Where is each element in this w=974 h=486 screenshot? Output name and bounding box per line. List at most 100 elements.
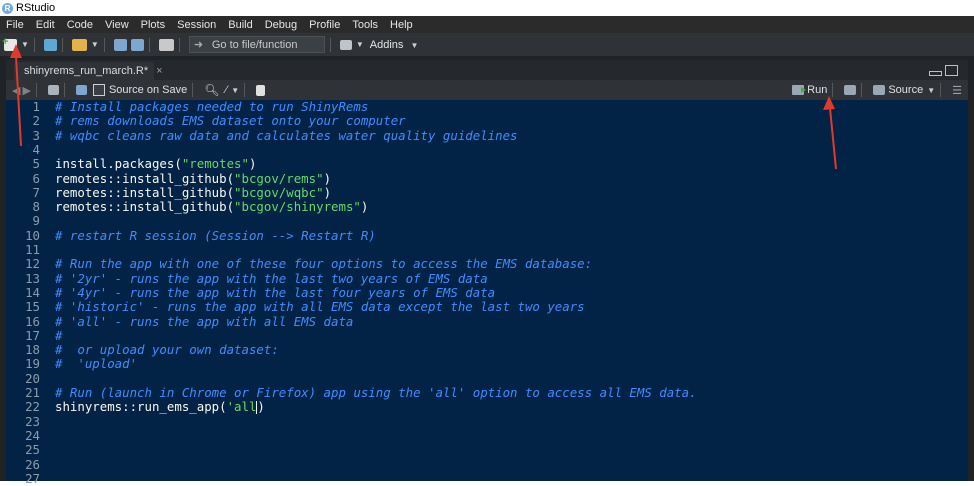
code-token: remotes::install_github( xyxy=(55,184,235,200)
code-line[interactable]: # Run (launch in Chrome or Firefox) app … xyxy=(55,385,697,400)
pane-layout-button[interactable]: ▼ xyxy=(339,37,364,53)
menu-help[interactable]: Help xyxy=(384,19,419,31)
line-number: 18 xyxy=(25,342,40,358)
code-line[interactable]: # 'all' - runs the app with all EMS data xyxy=(55,314,353,329)
document-outline-button[interactable]: ☰ xyxy=(952,84,962,97)
code-line[interactable]: shinyrems::run_ems_app('all) xyxy=(55,400,265,415)
chevron-down-icon[interactable]: ▼ xyxy=(927,86,935,95)
code-token: ) xyxy=(323,170,332,186)
rerun-icon xyxy=(844,85,857,95)
print-button[interactable] xyxy=(158,37,174,53)
save-all-button[interactable] xyxy=(130,37,144,53)
menu-bar: File Edit Code View Plots Session Build … xyxy=(0,16,974,33)
search-icon: 🔍︎ xyxy=(204,83,220,97)
menu-tools[interactable]: Tools xyxy=(346,19,384,31)
back-button[interactable]: ◀ xyxy=(12,84,20,97)
code-comment: # Run (launch in Chrome or Firefox) app … xyxy=(55,385,697,400)
code-token: ) xyxy=(248,156,257,172)
code-line[interactable]: # '2yr' - runs the app with the last two… xyxy=(55,271,488,286)
line-number: 3 xyxy=(32,127,40,143)
code-line[interactable]: # Install packages needed to run ShinyRe… xyxy=(55,99,369,114)
code-line[interactable]: # or upload your own dataset: xyxy=(55,342,279,357)
menu-session[interactable]: Session xyxy=(171,19,222,31)
line-number: 7 xyxy=(32,184,40,200)
close-icon[interactable]: × xyxy=(156,65,162,77)
line-number: 23 xyxy=(25,413,40,429)
chevron-down-icon[interactable]: ▼ xyxy=(356,40,364,49)
addins-label: Addins xyxy=(369,38,404,51)
code-line[interactable]: # restart R session (Session --> Restart… xyxy=(55,227,376,243)
code-editor[interactable]: 1 2 3 4 5 6 7 8 9 10 11 12 13 14 15 16 17 18 19 20 21 22 23 24 2… xyxy=(6,99,968,486)
source-on-save-toggle[interactable]: Source on Save xyxy=(92,84,187,96)
code-line[interactable]: # Run the app with one of these four opt… xyxy=(55,257,592,271)
new-file-icon: + xyxy=(2,36,17,51)
go-to-file-input[interactable]: ➜ Go to file/function xyxy=(188,36,325,53)
editor-tab-strip: shinyrems_run_march.R* × xyxy=(6,60,968,80)
code-line[interactable]: # '4yr' - runs the app with the last fou… xyxy=(55,285,495,300)
rerun-button[interactable] xyxy=(844,85,857,95)
compile-report-button[interactable] xyxy=(256,84,266,96)
toolbar-divider xyxy=(329,37,331,52)
maximize-pane-icon[interactable] xyxy=(945,65,958,76)
code-comment: # Install packages needed to run ShinyRe… xyxy=(55,99,369,114)
addins-menu[interactable]: Addins ▼ xyxy=(370,39,419,51)
pane-window-controls xyxy=(929,65,958,76)
new-file-button[interactable]: + ▼ xyxy=(2,36,29,53)
editor-toolbar: ◀ ▶ Source on Save 🔍︎ ⁄ ▼ Run Source ▼ ☰ xyxy=(6,80,968,101)
menu-code[interactable]: Code xyxy=(61,19,99,31)
open-file-button[interactable]: ▼ xyxy=(71,37,99,53)
code-token: install.packages( xyxy=(55,156,182,172)
code-line[interactable]: # 'historic' - runs the app with all EMS… xyxy=(55,300,585,314)
menu-debug[interactable]: Debug xyxy=(259,19,303,31)
line-number: 21 xyxy=(25,385,40,400)
show-in-window-button[interactable] xyxy=(47,85,59,95)
magic-wand-icon: ⁄ xyxy=(225,84,228,96)
go-to-file-placeholder: Go to file/function xyxy=(211,38,298,51)
chevron-down-icon[interactable]: ▼ xyxy=(21,40,29,49)
code-comment: # restart R session (Session --> Restart… xyxy=(55,227,376,243)
run-button[interactable]: Run xyxy=(792,84,827,96)
code-line[interactable]: # 'upload' xyxy=(55,357,137,371)
code-string: "remotes" xyxy=(181,156,249,172)
code-comment: # wqbc cleans raw data and calculates wa… xyxy=(55,127,518,143)
line-number: 9 xyxy=(32,213,40,229)
menu-view[interactable]: View xyxy=(99,19,135,31)
new-project-button[interactable] xyxy=(43,37,57,53)
code-line[interactable]: remotes::install_github("bcgov/wqbc") xyxy=(55,184,331,200)
source-button[interactable]: Source ▼ xyxy=(873,84,935,96)
code-line[interactable]: # xyxy=(55,327,63,343)
code-comment: # 'historic' - runs the app with all EMS… xyxy=(55,299,585,315)
toolbar-divider xyxy=(103,37,105,52)
minimize-pane-icon[interactable] xyxy=(929,71,942,76)
menu-build[interactable]: Build xyxy=(222,19,258,31)
save-button[interactable] xyxy=(113,37,127,53)
toolbar-divider xyxy=(63,83,65,97)
forward-button[interactable]: ▶ xyxy=(22,84,30,97)
code-line[interactable]: # rems downloads EMS dataset onto your c… xyxy=(55,114,406,128)
line-number: 22 xyxy=(25,399,40,415)
menu-plots[interactable]: Plots xyxy=(135,19,171,31)
code-comment: # xyxy=(55,327,63,343)
code-line[interactable]: remotes::install_github("bcgov/shinyrems… xyxy=(55,199,368,215)
menu-profile[interactable]: Profile xyxy=(303,19,346,31)
toolbar-divider xyxy=(832,83,834,97)
rstudio-logo-icon: R xyxy=(2,2,13,14)
toolbar-divider xyxy=(244,83,246,97)
menu-edit[interactable]: Edit xyxy=(30,19,61,31)
code-line[interactable]: # wqbc cleans raw data and calculates wa… xyxy=(55,127,518,143)
code-string: "bcgov/shinyrems" xyxy=(234,199,361,215)
menu-file[interactable]: File xyxy=(0,19,30,31)
chevron-down-icon[interactable]: ▼ xyxy=(91,40,99,49)
tab-shinyrems-run-march[interactable]: shinyrems_run_march.R* × xyxy=(14,62,163,80)
save-all-icon xyxy=(130,38,144,51)
code-tools-button[interactable]: ⁄ ▼ xyxy=(225,84,239,96)
find-replace-button[interactable]: 🔍︎ xyxy=(204,83,219,97)
editor-save-button[interactable] xyxy=(75,85,87,95)
code-string: "bcgov/rems" xyxy=(234,170,324,186)
popout-icon xyxy=(47,85,59,95)
code-line[interactable]: remotes::install_github("bcgov/rems") xyxy=(55,170,332,186)
line-number: 19 xyxy=(25,356,40,372)
source-on-save-checkbox[interactable] xyxy=(92,84,105,96)
code-line[interactable]: install.packages("remotes") xyxy=(55,157,256,171)
arrow-right-icon: ➜ xyxy=(193,38,204,51)
